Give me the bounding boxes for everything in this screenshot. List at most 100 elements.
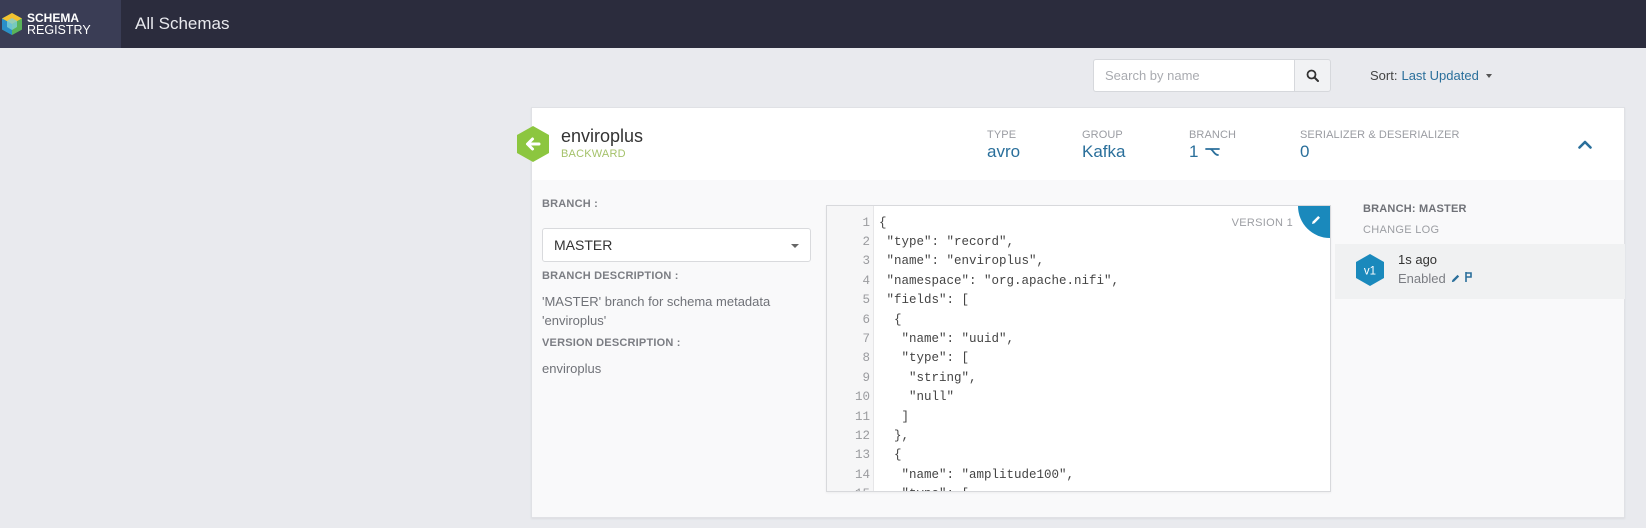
code-text: ] [879, 409, 910, 424]
line-number: 3 [862, 254, 870, 269]
meta-branch-label: BRANCH [1189, 129, 1237, 141]
code-text: "fields": [ [879, 293, 970, 308]
caret-down-icon [1485, 73, 1492, 78]
changelog-time: 1s ago [1398, 252, 1438, 267]
line-number: 9 [862, 370, 870, 385]
version-badge: v1 [1356, 254, 1384, 286]
caret-down-icon [791, 244, 799, 248]
code-line: 15 "type": [ [827, 484, 1330, 491]
code-line: 14 "name": "amplitude100", [827, 465, 1330, 484]
sort-dropdown[interactable]: Sort: Last Updated [1370, 68, 1492, 83]
line-number: 10 [854, 390, 870, 405]
code-line: 7 "name": "uuid", [827, 329, 1330, 348]
line-number: 11 [854, 409, 870, 424]
pencil-icon [1312, 216, 1320, 224]
changelog-item[interactable]: v1 1s ago Enabled [1335, 244, 1625, 299]
code-line: 10 "null" [827, 388, 1330, 407]
version-label: VERSION 1 [1231, 217, 1293, 229]
line-number: 2 [862, 235, 870, 250]
code-text: "namespace": "org.apache.nifi", [879, 273, 1120, 288]
branch-description-label: BRANCH DESCRIPTION : [542, 270, 679, 282]
merge-branch-button[interactable] [1464, 271, 1473, 286]
code-line: 2 "type": "record", [827, 232, 1330, 251]
line-number: 15 [827, 487, 870, 491]
version-description-label: VERSION DESCRIPTION : [542, 337, 681, 349]
meta-branch-value: 1 [1189, 142, 1199, 161]
line-number: 6 [862, 312, 870, 327]
line-number: 1 [862, 215, 870, 230]
search-group [1093, 59, 1331, 92]
line-number: 14 [854, 467, 870, 482]
code-text: "type": [ [879, 351, 970, 366]
meta-branch-value-wrap: 1 [1189, 142, 1236, 162]
sort-label: Sort: [1370, 68, 1398, 83]
search-input[interactable] [1093, 59, 1294, 92]
line-number: 13 [854, 448, 870, 463]
code-line: 8 "type": [ [827, 349, 1330, 368]
merge-icon [1464, 272, 1472, 282]
schema-card: enviroplus BACKWARD TYPE avro GROUP Kafk… [517, 107, 1625, 518]
code-text: }, [879, 428, 910, 443]
code-line: 11 ] [827, 407, 1330, 426]
meta-serde-value: 0 [1300, 142, 1310, 161]
sort-value: Last Updated [1401, 68, 1479, 83]
schema-card-header[interactable]: enviroplus BACKWARD TYPE avro GROUP Kafk… [517, 108, 1624, 180]
meta-type-value: avro [987, 142, 1021, 161]
schema-compatibility: BACKWARD [561, 148, 626, 160]
code-line: 9 "string", [827, 368, 1330, 387]
schema-registry-logo-icon [2, 13, 22, 35]
page-title: All Schemas [135, 14, 230, 33]
code-text: { [879, 312, 902, 327]
changelog-branch-title: BRANCH: MASTER [1363, 203, 1467, 215]
brand-line-2: REGISTRY [27, 23, 91, 37]
code-line: 12 }, [827, 426, 1330, 445]
meta-group: GROUP Kafka [1082, 129, 1125, 162]
changelog-title: CHANGE LOG [1363, 224, 1440, 236]
meta-serde: SERIALIZER & DESERIALIZER 0 [1300, 129, 1460, 162]
line-number: 4 [862, 273, 870, 288]
code-text: "null" [879, 390, 955, 405]
meta-type-label: TYPE [987, 129, 1017, 141]
collapse-button[interactable] [1575, 136, 1595, 152]
chevron-up-icon [1578, 140, 1592, 149]
code-line: 6 { [827, 310, 1330, 329]
meta-group-label: GROUP [1082, 129, 1123, 141]
code-text: "string", [879, 370, 977, 385]
meta-serde-label: SERIALIZER & DESERIALIZER [1300, 129, 1460, 141]
code-text: "type": "record", [879, 235, 1015, 250]
schema-name: enviroplus [561, 126, 644, 146]
branch-icon [1205, 148, 1221, 156]
version-description: enviroplus [542, 361, 602, 376]
search-icon [1306, 69, 1319, 82]
meta-group-value: Kafka [1082, 142, 1126, 161]
code-text: "name": "uuid", [879, 332, 1015, 347]
code-text: "type": [ [870, 487, 970, 491]
line-number: 7 [862, 332, 870, 347]
code-text: { [879, 448, 902, 463]
branch-select[interactable]: MASTER [542, 228, 811, 262]
code-line: 13 { [827, 446, 1330, 465]
line-number: 8 [862, 351, 870, 366]
code-line: 5 "fields": [ [827, 291, 1330, 310]
pencil-icon [1451, 274, 1459, 283]
schema-text-editor[interactable]: 1{2 "type": "record", 3 "name": "enviropl… [826, 205, 1331, 492]
version-badge-label: v1 [1364, 266, 1376, 278]
branch-label: BRANCH : [542, 198, 598, 210]
search-button[interactable] [1294, 59, 1331, 92]
meta-branch: BRANCH 1 [1189, 129, 1236, 162]
code-text: { [879, 215, 887, 230]
meta-type: TYPE avro [987, 129, 1020, 162]
code-line: 4 "namespace": "org.apache.nifi", [827, 271, 1330, 290]
change-log-panel: BRANCH: MASTER CHANGE LOG v1 1s ago Enab… [1335, 180, 1625, 518]
code-text: "name": "enviroplus", [879, 254, 1045, 269]
changelog-status: Enabled [1398, 271, 1446, 286]
code-text: "name": "amplitude100", [879, 467, 1075, 482]
edit-status-button[interactable] [1450, 273, 1461, 284]
code-line: 3 "name": "enviroplus", [827, 252, 1330, 271]
line-number: 5 [862, 293, 870, 308]
line-number: 12 [854, 428, 870, 443]
branch-select-value: MASTER [554, 237, 613, 253]
branch-description: 'MASTER' branch for schema metadata 'env… [542, 294, 771, 328]
code-lines: 1{2 "type": "record", 3 "name": "enviropl… [827, 213, 1330, 491]
brand-logo-link[interactable]: SCHEMA REGISTRY [0, 0, 121, 48]
